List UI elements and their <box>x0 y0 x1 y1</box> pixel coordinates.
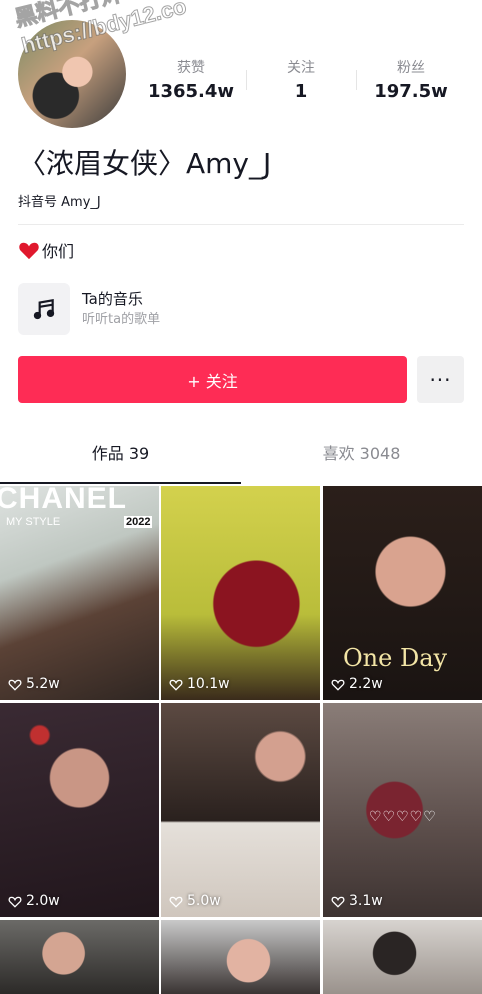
video-thumbnail[interactable]: 5.0w <box>161 703 320 917</box>
like-count: 2.0w <box>8 893 60 909</box>
tab-indicator <box>0 482 241 484</box>
thumbnail-overlay-title: CHANEL <box>0 486 127 515</box>
stat-value: 197.5w <box>374 81 448 102</box>
like-count: 10.1w <box>169 676 230 692</box>
music-entry[interactable]: Ta的音乐 听听ta的歌单 <box>18 282 464 336</box>
video-thumbnail[interactable] <box>0 920 159 994</box>
thumbnail-overlay-title: ♡♡♡♡♡ <box>369 809 437 825</box>
like-count-text: 5.0w <box>187 893 221 909</box>
like-count-text: 10.1w <box>187 676 230 692</box>
music-subtitle: 听听ta的歌单 <box>82 312 161 327</box>
video-thumbnail[interactable]: 10.1w <box>161 486 320 700</box>
more-button[interactable]: ··· <box>417 356 464 403</box>
heart-outline-icon <box>169 679 183 691</box>
stat-label: 粉丝 <box>397 60 425 76</box>
heart-outline-icon <box>8 679 22 691</box>
douyin-id: 抖音号 Amy_J <box>18 195 101 210</box>
content-tabs: 作品 39 喜欢 3048 <box>0 434 482 484</box>
video-thumbnail[interactable]: ♡♡♡♡♡ 3.1w <box>323 703 482 917</box>
profile-name: 〈浓眉女侠〉Amy_J <box>18 147 272 180</box>
heart-outline-icon <box>331 679 345 691</box>
heart-icon <box>18 240 42 260</box>
music-note-icon <box>18 283 70 335</box>
like-count-text: 3.1w <box>349 893 383 909</box>
stat-value: 1 <box>294 81 308 102</box>
like-count: 5.2w <box>8 676 60 692</box>
stat-label: 获赞 <box>177 60 205 76</box>
stat-likes[interactable]: 获赞 1365.4w <box>136 58 246 110</box>
profile-header: 获赞 1365.4w 关注 1 粉丝 197.5w 〈浓眉女侠〉Amy_J 抖音… <box>0 0 482 484</box>
thumbnail-overlay-year: 2022 <box>124 516 153 528</box>
like-count-text: 2.2w <box>349 676 383 692</box>
like-count: 3.1w <box>331 893 383 909</box>
profile-bio: 你们 <box>18 238 74 262</box>
music-title: Ta的音乐 <box>82 290 143 308</box>
stat-value: 1365.4w <box>147 81 235 102</box>
thumbnail-overlay-title: One Day <box>343 644 448 672</box>
like-count: 5.0w <box>169 893 221 909</box>
video-thumbnail[interactable] <box>323 920 482 994</box>
heart-outline-icon <box>8 896 22 908</box>
stat-label: 关注 <box>287 60 315 76</box>
video-thumbnail[interactable] <box>161 920 320 994</box>
like-count: 2.2w <box>331 676 383 692</box>
like-count-text: 5.2w <box>26 676 60 692</box>
heart-outline-icon <box>331 896 345 908</box>
thumbnail-overlay-subtitle: MY STYLE <box>6 516 61 528</box>
tab-works[interactable]: 作品 39 <box>0 434 241 484</box>
stat-followers[interactable]: 粉丝 197.5w <box>356 58 466 110</box>
stat-following[interactable]: 关注 1 <box>246 58 356 110</box>
tab-likes[interactable]: 喜欢 3048 <box>241 434 482 484</box>
video-thumbnail[interactable]: CHANEL MY STYLE 2022 5.2w <box>0 486 159 700</box>
avatar[interactable] <box>18 20 126 128</box>
follow-button[interactable]: + 关注 <box>18 356 407 403</box>
divider <box>18 224 464 225</box>
video-thumbnail[interactable]: 2.0w <box>0 703 159 917</box>
heart-outline-icon <box>169 896 183 908</box>
like-count-text: 2.0w <box>26 893 60 909</box>
profile-stats: 获赞 1365.4w 关注 1 粉丝 197.5w <box>136 58 466 110</box>
video-thumbnail[interactable]: One Day 2.2w <box>323 486 482 700</box>
video-grid: CHANEL MY STYLE 2022 5.2w 10.1w One Day … <box>0 486 482 994</box>
bio-text: 你们 <box>42 242 75 261</box>
